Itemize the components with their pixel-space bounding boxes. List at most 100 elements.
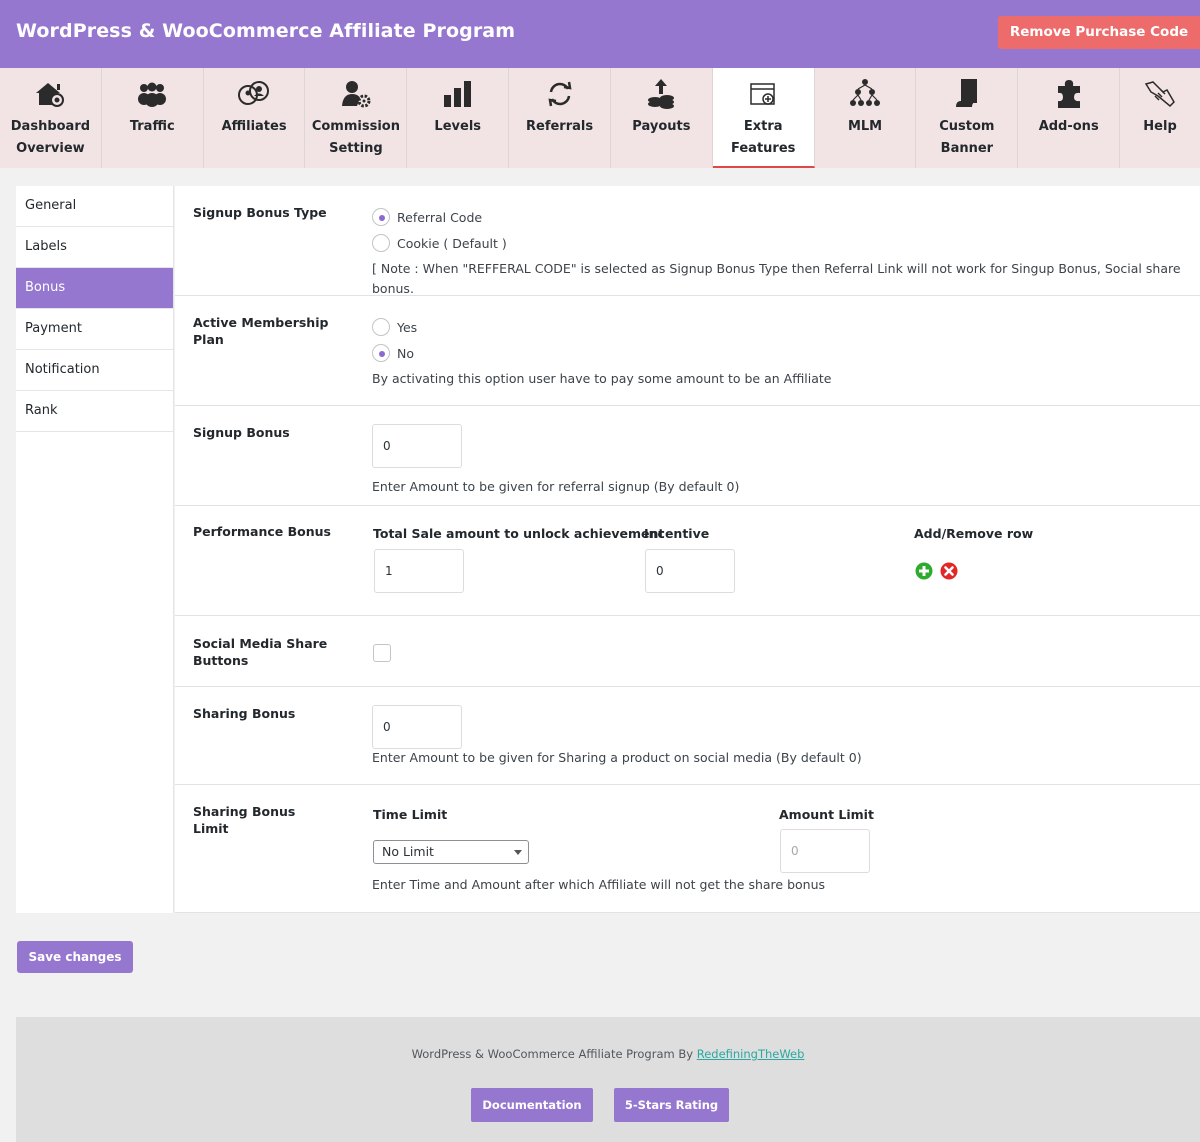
tab-label: Traffic [129, 119, 175, 134]
save-changes-button[interactable]: Save changes [17, 941, 133, 973]
sharing-limit-note: Enter Time and Amount after which Affili… [372, 877, 826, 892]
sidebar-item-rank[interactable]: Rank [16, 391, 173, 432]
sidebar-item-labels[interactable]: Labels [16, 227, 173, 268]
radio-button[interactable] [372, 318, 390, 336]
tab-extra-features[interactable]: Extra Features [712, 68, 815, 168]
settings-sidebar: General Labels Bonus Payment Notificatio… [16, 186, 174, 913]
radio-label: Referral Code [397, 209, 483, 225]
network-icon [815, 78, 916, 110]
five-stars-rating-button[interactable]: 5-Stars Rating [614, 1088, 729, 1122]
tab-label: Features [731, 141, 796, 156]
active-membership-note: By activating this option user have to p… [372, 371, 832, 386]
performance-bonus-row: Performance Bonus Total Sale amount to u… [175, 506, 1200, 616]
radio-option-yes[interactable]: Yes [372, 314, 417, 340]
total-sale-input[interactable]: 1 [374, 549, 464, 593]
tab-label: Custom [939, 119, 995, 134]
radio-button[interactable] [372, 344, 390, 362]
tab-dashboard-overview[interactable]: Dashboard Overview [0, 68, 102, 168]
amount-limit-label: Amount Limit [779, 807, 874, 822]
field-label: Signup Bonus [193, 425, 290, 440]
tab-label: Extra [743, 119, 783, 134]
amount-limit-input[interactable]: 0 [780, 829, 870, 873]
sharing-bonus-note: Enter Amount to be given for Sharing a p… [372, 750, 862, 765]
column-header-incentive: Incentive [644, 526, 710, 541]
time-limit-select[interactable]: No Limit [373, 840, 529, 864]
tab-label: Commission [311, 119, 400, 134]
signup-bonus-note: Enter Amount to be given for referral si… [372, 479, 740, 494]
column-header-add-remove: Add/Remove row [914, 526, 1034, 541]
field-label: Sharing Bonus Limit [193, 804, 296, 836]
credit-text: WordPress & WooCommerce Affiliate Progra… [411, 1047, 697, 1061]
signup-bonus-type-note: [ Note : When "REFFERAL CODE" is selecte… [372, 261, 1181, 296]
add-row-icon[interactable] [915, 562, 933, 580]
tab-traffic[interactable]: Traffic [101, 68, 204, 168]
social-share-checkbox[interactable] [373, 644, 391, 662]
tab-label: Dashboard [10, 119, 91, 134]
incentive-input[interactable]: 0 [645, 549, 735, 593]
app-title: WordPress & WooCommerce Affiliate Progra… [16, 20, 516, 42]
tab-label: Banner [940, 141, 994, 156]
tab-label: Help [1143, 119, 1177, 134]
puzzle-icon [1018, 78, 1119, 110]
radio-option-no[interactable]: No [372, 340, 417, 366]
signup-bonus-row: Signup Bonus 0 Enter Amount to be given … [175, 406, 1200, 506]
users-group-icon [102, 78, 203, 110]
chevron-down-icon [514, 850, 522, 855]
handshake-icon [1120, 78, 1200, 110]
field-label: Signup Bonus Type [193, 205, 327, 220]
tab-label: Overview [16, 141, 85, 156]
field-label: Active Membership Plan [193, 315, 329, 347]
radio-option-referral-code[interactable]: Referral Code [372, 204, 507, 230]
radio-option-cookie[interactable]: Cookie ( Default ) [372, 230, 507, 256]
sharing-bonus-row: Sharing Bonus 0 Enter Amount to be given… [175, 687, 1200, 785]
radio-label: Cookie ( Default ) [397, 235, 507, 251]
radio-button[interactable] [372, 234, 390, 252]
main-tabs: Dashboard Overview Traffic Affiliates Com… [0, 68, 1200, 168]
active-membership-row: Active Membership Plan Yes No By activat… [175, 296, 1200, 406]
bar-chart-icon [407, 78, 508, 110]
tab-label: MLM [847, 119, 883, 134]
top-header: WordPress & WooCommerce Affiliate Progra… [0, 0, 1200, 68]
tab-label: Levels [434, 119, 482, 134]
time-limit-value: No Limit [382, 844, 434, 859]
tab-label: Affiliates [221, 119, 287, 134]
signup-bonus-input[interactable]: 0 [372, 424, 462, 468]
sidebar-item-notification[interactable]: Notification [16, 350, 173, 391]
radio-button[interactable] [372, 208, 390, 226]
tab-help[interactable]: Help [1120, 68, 1200, 168]
tab-add-ons[interactable]: Add-ons [1018, 68, 1121, 168]
footer-credit: WordPress & WooCommerce Affiliate Progra… [16, 1047, 1200, 1061]
documentation-button[interactable]: Documentation [471, 1088, 593, 1122]
field-label: Performance Bonus [193, 524, 331, 539]
tab-custom-banner[interactable]: Custom Banner [916, 68, 1019, 168]
sharing-bonus-limit-row: Sharing Bonus Limit Time Limit No Limit … [175, 785, 1200, 913]
tab-label: Referrals [526, 119, 594, 134]
banner-icon [916, 78, 1017, 110]
sidebar-item-bonus[interactable]: Bonus [16, 268, 173, 309]
field-label: Sharing Bonus [193, 706, 296, 721]
time-limit-label: Time Limit [373, 807, 448, 822]
sidebar-item-payment[interactable]: Payment [16, 309, 173, 350]
tab-affiliates[interactable]: Affiliates [203, 68, 306, 168]
tab-label: Setting [329, 141, 383, 156]
remove-row-icon[interactable] [940, 562, 958, 580]
remove-purchase-code-button[interactable]: Remove Purchase Code [998, 16, 1200, 49]
tab-label: Add-ons [1038, 119, 1099, 134]
tab-levels[interactable]: Levels [407, 68, 510, 168]
signup-bonus-type-row: Signup Bonus Type Referral Code Cookie (… [175, 186, 1200, 296]
radio-label: Yes [397, 319, 418, 335]
tab-label: Payouts [632, 119, 691, 134]
tab-commission-setting[interactable]: Commission Setting [305, 68, 408, 168]
column-header-total-sale: Total Sale amount to unlock achievement [373, 526, 665, 541]
tab-mlm[interactable]: MLM [814, 68, 917, 168]
affiliates-icon [204, 78, 305, 110]
bonus-settings-panel: Signup Bonus Type Referral Code Cookie (… [175, 186, 1200, 913]
redefiningtheweb-link[interactable]: RedefiningTheWeb [697, 1047, 805, 1061]
tab-payouts[interactable]: Payouts [610, 68, 713, 168]
browser-plus-icon [713, 78, 814, 110]
tab-referrals[interactable]: Referrals [509, 68, 611, 168]
radio-label: No [397, 345, 414, 361]
coins-upload-icon [611, 78, 712, 110]
sidebar-item-general[interactable]: General [16, 186, 173, 227]
sharing-bonus-input[interactable]: 0 [372, 705, 462, 749]
